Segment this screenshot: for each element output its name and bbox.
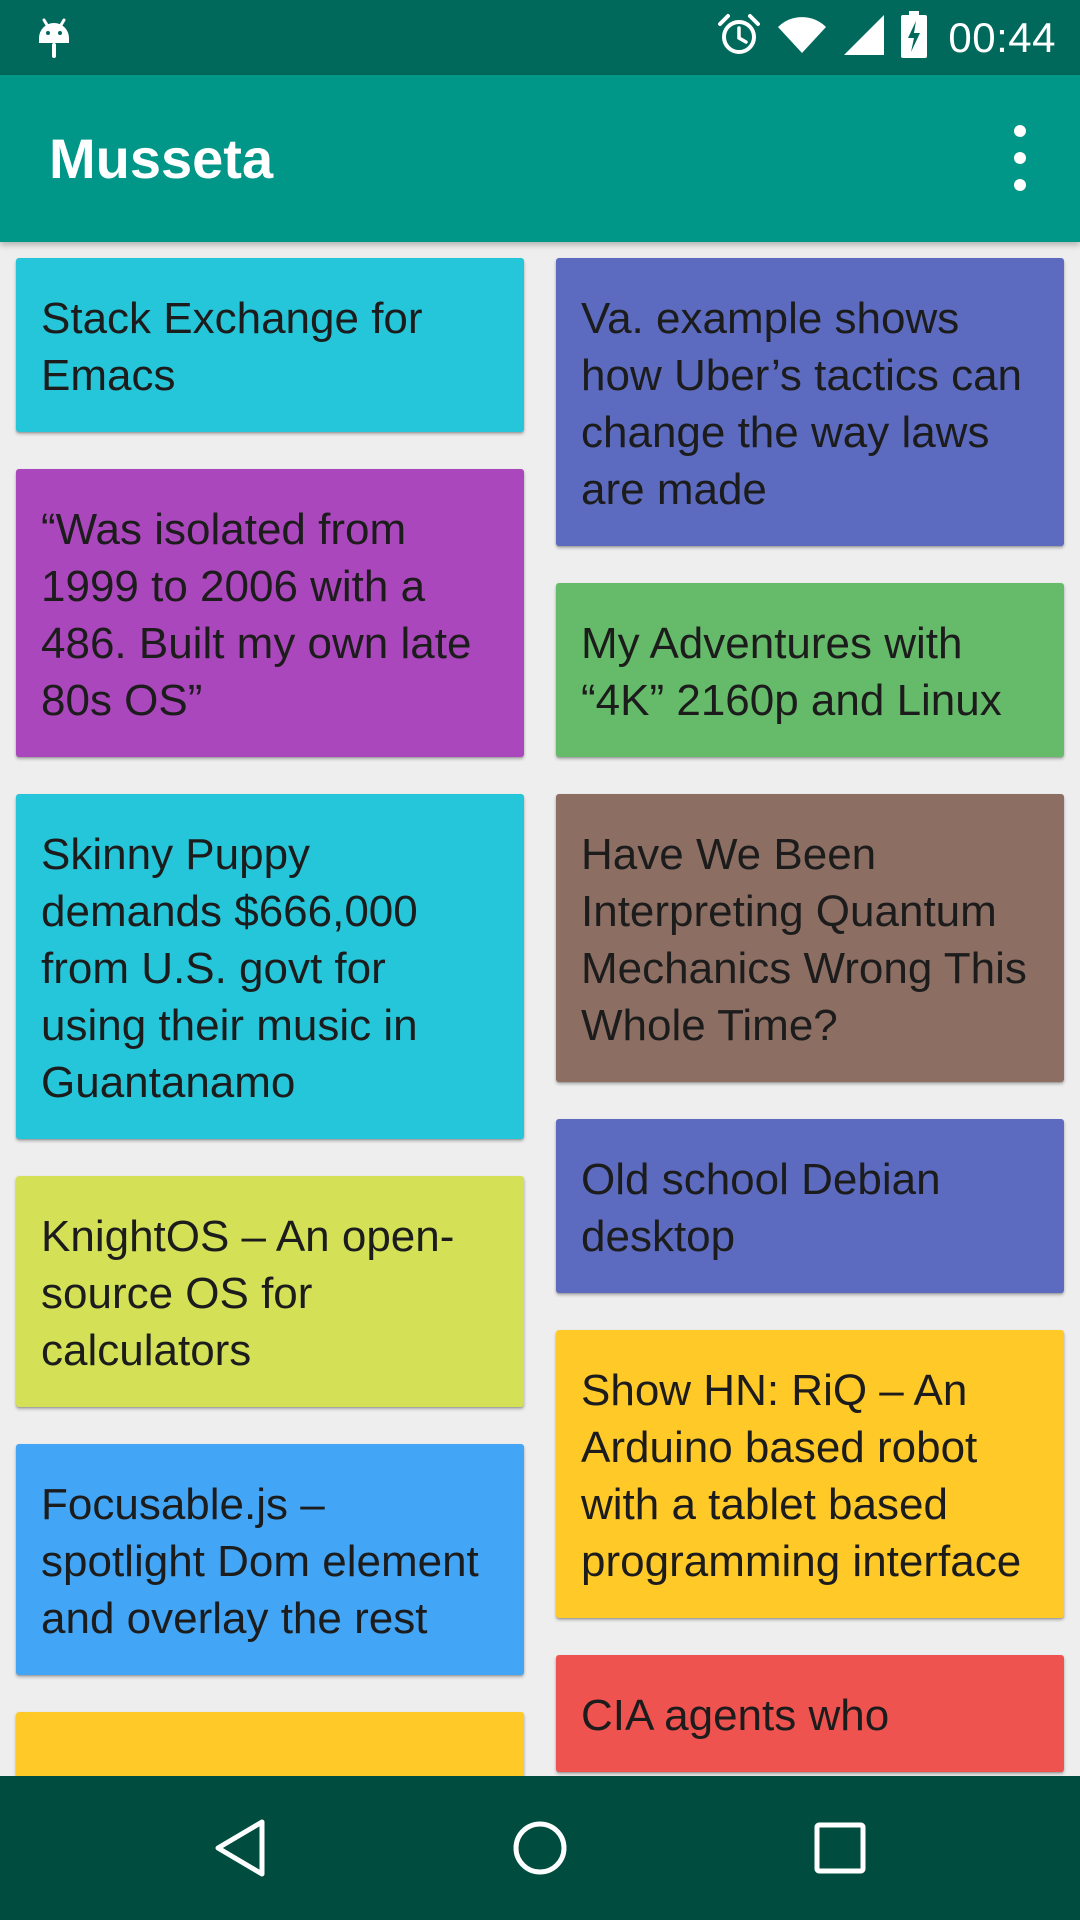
left-column: Stack Exchange for Emacs “Was isolated fr… <box>16 258 524 1776</box>
story-grid: Stack Exchange for Emacs “Was isolated fr… <box>0 242 1080 1776</box>
story-card[interactable]: Show HN: RiQ – An Arduino based robot wi… <box>556 1330 1064 1618</box>
story-title: Skinny Puppy demands $666,000 from U.S. … <box>41 830 418 1107</box>
story-title: My Adventures with “4K” 2160p and Linux <box>581 619 1002 725</box>
story-title: Stack Exchange for Emacs <box>41 294 423 400</box>
home-icon[interactable] <box>468 1776 612 1920</box>
story-card[interactable] <box>16 1712 524 1776</box>
back-icon[interactable] <box>168 1776 312 1920</box>
story-card[interactable]: Stack Exchange for Emacs <box>16 258 524 432</box>
navigation-bar <box>0 1776 1080 1920</box>
story-card[interactable]: KnightOS – An open-source OS for calcula… <box>16 1176 524 1407</box>
story-title: Have We Been Interpreting Quantum Mechan… <box>581 830 1027 1050</box>
android-debug-icon <box>34 14 74 65</box>
right-column: Va. example shows how Uber’s tactics can… <box>556 258 1064 1776</box>
overflow-menu-icon[interactable] <box>1000 125 1040 191</box>
story-title: Old school Debian desktop <box>581 1155 941 1261</box>
battery-charging-icon <box>900 11 928 64</box>
clock-time: 00:44 <box>948 13 1056 61</box>
story-title: KnightOS – An open-source OS for calcula… <box>41 1212 455 1375</box>
story-card[interactable]: Va. example shows how Uber’s tactics can… <box>556 258 1064 546</box>
story-title: Show HN: RiQ – An Arduino based robot wi… <box>581 1366 1022 1586</box>
story-title: Va. example shows how Uber’s tactics can… <box>581 294 1023 514</box>
story-card[interactable]: “Was isolated from 1999 to 2006 with a 4… <box>16 469 524 757</box>
story-card[interactable]: Focusable.js – spotlight Dom element and… <box>16 1444 524 1675</box>
story-title: Focusable.js – spotlight Dom element and… <box>41 1480 479 1643</box>
cell-signal-icon <box>842 13 886 62</box>
wifi-icon <box>776 15 828 60</box>
app-title: Musseta <box>49 127 274 190</box>
story-title: “Was isolated from 1999 to 2006 with a 4… <box>41 505 472 725</box>
story-card[interactable]: Old school Debian desktop <box>556 1119 1064 1293</box>
story-card[interactable]: Have We Been Interpreting Quantum Mechan… <box>556 794 1064 1082</box>
story-card[interactable]: CIA agents who <box>556 1655 1064 1772</box>
app-bar: Musseta <box>0 75 1080 242</box>
status-bar: 00:44 <box>0 0 1080 75</box>
story-card[interactable]: Skinny Puppy demands $666,000 from U.S. … <box>16 794 524 1139</box>
story-title: CIA agents who <box>581 1691 890 1740</box>
story-card[interactable]: My Adventures with “4K” 2160p and Linux <box>556 583 1064 757</box>
recents-icon[interactable] <box>768 1776 912 1920</box>
alarm-icon <box>716 12 762 63</box>
